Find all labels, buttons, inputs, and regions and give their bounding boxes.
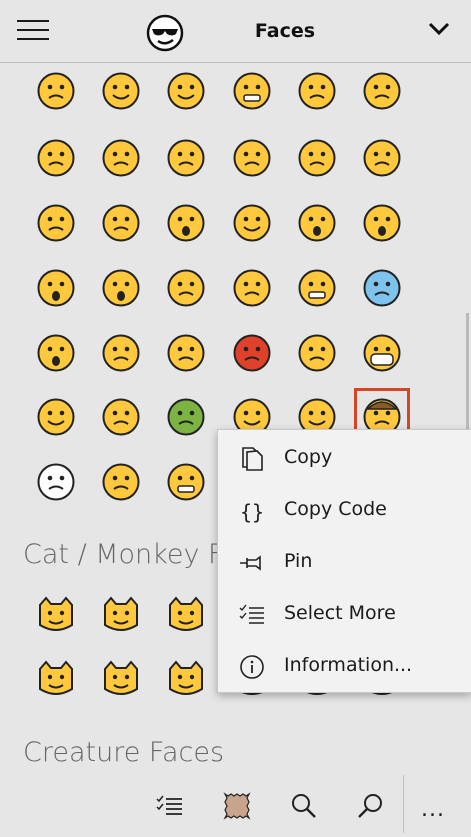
menu-item-label: Select More — [284, 602, 396, 624]
screaming-face-emoji[interactable] — [36, 333, 76, 373]
clown-face-emoji[interactable] — [36, 462, 76, 502]
weary-face-emoji[interactable] — [232, 268, 272, 308]
astonished-face-emoji[interactable] — [101, 268, 141, 308]
context-menu: Copy {} Copy Code Pin Select More Inform… — [217, 429, 471, 693]
confused-face-emoji[interactable] — [297, 138, 337, 178]
pouting-cat-emoji[interactable] — [166, 659, 206, 699]
frowning-face-emoji[interactable] — [166, 138, 206, 178]
section-creature: Creature Faces — [23, 737, 225, 768]
relieved-face-emoji[interactable] — [166, 71, 206, 111]
nerd-face-emoji[interactable] — [166, 462, 206, 502]
medical-mask-face-emoji[interactable] — [362, 333, 402, 373]
crying-face-emoji[interactable] — [166, 203, 206, 243]
checklist-icon — [239, 604, 264, 624]
flushed-face-emoji[interactable] — [362, 71, 402, 111]
bottom-app-bar: ... — [0, 775, 471, 837]
anguished-face-emoji[interactable] — [36, 268, 76, 308]
dizzy-face-emoji[interactable] — [166, 333, 206, 373]
hushed-face-emoji[interactable] — [362, 203, 402, 243]
grimacing-face-emoji[interactable] — [232, 71, 272, 111]
menu-item-pin[interactable]: Pin — [218, 537, 471, 589]
pouting-face-emoji[interactable] — [232, 333, 272, 373]
disappointed-relieved-face-emoji[interactable] — [232, 203, 272, 243]
more-options-button[interactable]: ... — [421, 797, 445, 822]
angry-face-emoji[interactable] — [297, 333, 337, 373]
unamused-face-emoji[interactable] — [36, 138, 76, 178]
menu-item-label: Information... — [284, 654, 413, 676]
menu-item-information[interactable]: Information... — [218, 641, 471, 693]
hamburger-icon[interactable] — [17, 20, 49, 40]
downcast-sweat-face-emoji[interactable] — [101, 138, 141, 178]
svg-text:{}: {} — [240, 500, 264, 524]
thinking-face-emoji[interactable] — [101, 462, 141, 502]
copy-icon — [242, 447, 263, 471]
crying-cat-emoji[interactable] — [101, 659, 141, 699]
menu-item-select-more[interactable]: Select More — [218, 589, 471, 641]
page-title: Faces — [254, 20, 316, 42]
weary-cat-emoji[interactable] — [36, 659, 76, 699]
cold-face-emoji[interactable] — [362, 268, 402, 308]
tired-face-emoji[interactable] — [166, 268, 206, 308]
zany-face-emoji[interactable] — [36, 397, 76, 437]
menu-item-label: Copy — [284, 446, 333, 468]
drooling-face-emoji[interactable] — [101, 71, 141, 111]
grinning-cat-smiling-eyes-emoji[interactable] — [101, 595, 141, 635]
emoji-picker-icon[interactable] — [221, 790, 253, 822]
worried-face-emoji[interactable] — [101, 203, 141, 243]
search-alt-icon[interactable] — [354, 790, 386, 822]
loudly-crying-face-emoji[interactable] — [297, 203, 337, 243]
menu-item-label: Pin — [284, 550, 313, 572]
grinning-cat-emoji[interactable] — [36, 595, 76, 635]
head-bandage-face-emoji[interactable] — [101, 397, 141, 437]
menu-item-label: Copy Code — [284, 498, 387, 520]
grimacing-teeth-face-emoji[interactable] — [297, 268, 337, 308]
info-icon — [240, 655, 264, 679]
menu-item-copy-code[interactable]: {} Copy Code — [218, 485, 471, 537]
braces-icon: {} — [240, 500, 264, 524]
checklist-icon[interactable] — [154, 790, 186, 822]
search-icon[interactable] — [288, 790, 320, 822]
nauseated-face-emoji[interactable] — [166, 397, 206, 437]
app-bar-separator — [403, 775, 404, 833]
squinting-tongue-face-emoji[interactable] — [36, 71, 76, 111]
sunglasses-face-icon — [146, 14, 184, 52]
pin-icon — [240, 555, 261, 571]
chevron-down-icon[interactable] — [424, 14, 454, 44]
menu-item-copy[interactable]: Copy — [218, 433, 471, 485]
flushed-face-2-emoji[interactable] — [101, 333, 141, 373]
persevering-face-emoji[interactable] — [36, 203, 76, 243]
slightly-frowning-face-emoji[interactable] — [232, 138, 272, 178]
cat-tears-of-joy-emoji[interactable] — [166, 595, 206, 635]
confounded-face-emoji[interactable] — [362, 138, 402, 178]
money-mouth-face-emoji[interactable] — [297, 71, 337, 111]
app-header: Faces — [0, 0, 471, 63]
